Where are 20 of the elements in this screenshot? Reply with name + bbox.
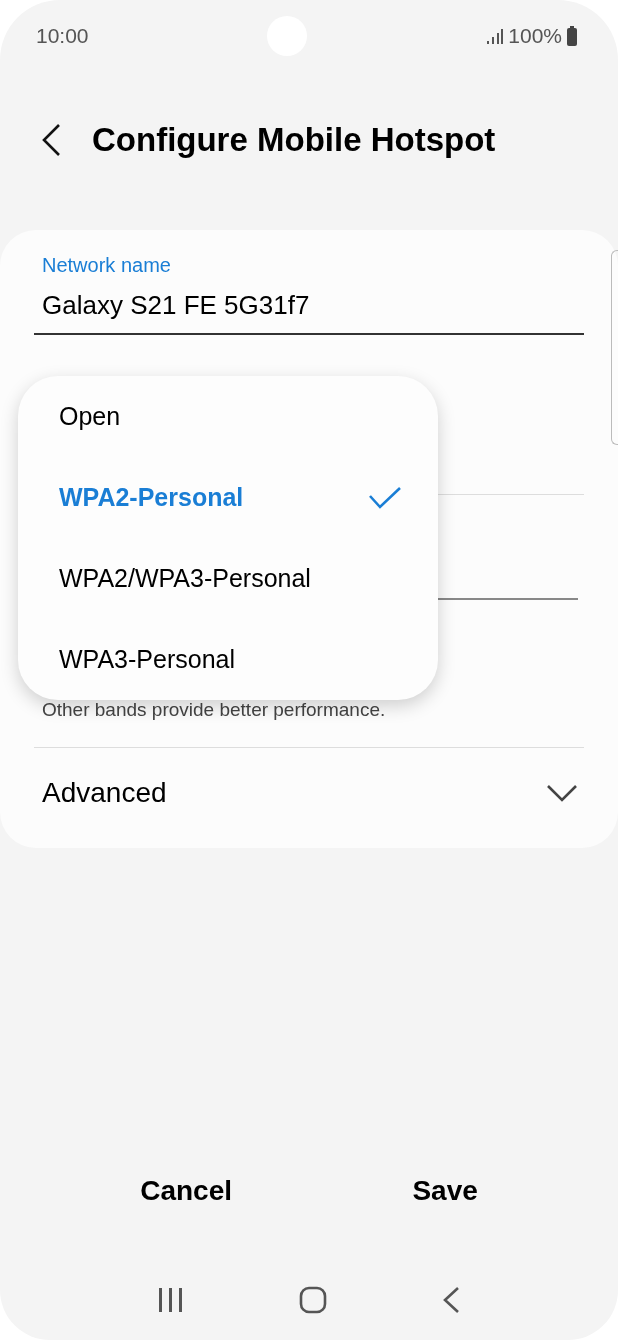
- menu-item[interactable]: WPA3-Personal: [18, 627, 438, 692]
- clock: 10:00: [36, 23, 89, 50]
- battery-icon: [566, 26, 578, 46]
- menu-item[interactable]: WPA2-Personal: [18, 465, 438, 530]
- signal-icon: [486, 27, 505, 45]
- recents-icon[interactable]: [157, 1287, 185, 1313]
- field-label: Network name: [41, 253, 172, 278]
- home-icon[interactable]: [299, 1286, 327, 1314]
- menu-item[interactable]: Open: [18, 384, 438, 449]
- action-button[interactable]: Cancel: [120, 1162, 252, 1220]
- action-button[interactable]: Save: [392, 1162, 498, 1220]
- screen-title: Configure Mobile Hotspot: [92, 120, 496, 160]
- menu-item[interactable]: WPA2/WPA3-Personal: [18, 546, 438, 611]
- checkmark-icon: [368, 485, 402, 510]
- back-icon[interactable]: [441, 1286, 461, 1314]
- input-field[interactable]: Galaxy S21 FE 5G31f7: [34, 280, 584, 335]
- advanced-row[interactable]: Advanced: [34, 746, 584, 839]
- band-note: Other bands provide better performance.: [42, 698, 386, 722]
- battery-percentage: 100%: [508, 23, 562, 50]
- back-icon[interactable]: [40, 123, 62, 157]
